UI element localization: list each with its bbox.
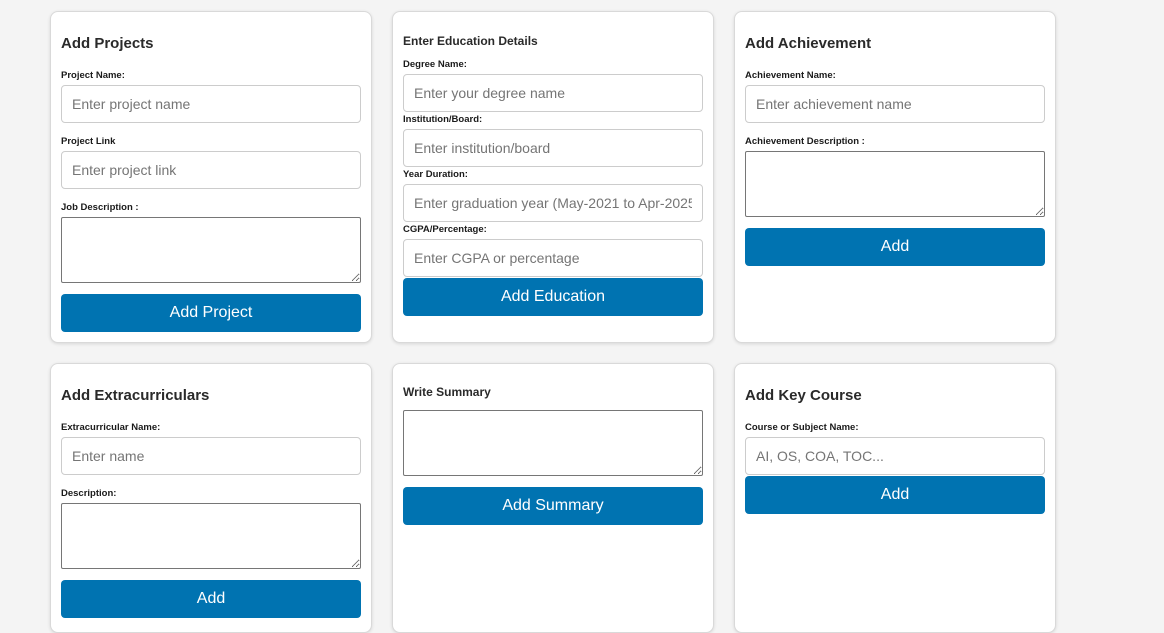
add-summary-button[interactable]: Add Summary <box>403 487 703 525</box>
key-course-title: Add Key Course <box>745 387 862 404</box>
extracurricular-name-label: Extracurricular Name: <box>61 422 161 433</box>
degree-name-label: Degree Name: <box>403 59 467 70</box>
project-name-label: Project Name: <box>61 70 125 81</box>
institution-label: Institution/Board: <box>403 114 483 125</box>
education-title: Enter Education Details <box>403 34 538 48</box>
year-duration-input[interactable] <box>403 184 703 222</box>
job-description-label: Job Description : <box>61 202 139 213</box>
extracurricular-description-textarea[interactable] <box>61 503 361 569</box>
achievement-description-label: Achievement Description : <box>745 136 865 147</box>
add-education-button[interactable]: Add Education <box>403 278 703 316</box>
project-link-input[interactable] <box>61 151 361 189</box>
projects-title: Add Projects <box>61 35 154 52</box>
extracurriculars-card: Add Extracurriculars Extracurricular Nam… <box>50 363 372 633</box>
achievement-name-label: Achievement Name: <box>745 70 836 81</box>
extracurriculars-title: Add Extracurriculars <box>61 387 210 404</box>
add-extracurricular-button[interactable]: Add <box>61 580 361 618</box>
achievement-title: Add Achievement <box>745 35 872 52</box>
summary-textarea[interactable] <box>403 410 703 476</box>
cgpa-label: CGPA/Percentage: <box>403 224 487 235</box>
achievement-name-input[interactable] <box>745 85 1045 123</box>
degree-name-input[interactable] <box>403 74 703 112</box>
course-name-label: Course or Subject Name: <box>745 422 859 433</box>
projects-card: Add Projects Project Name: Project Link … <box>50 11 372 343</box>
job-description-textarea[interactable] <box>61 217 361 283</box>
institution-input[interactable] <box>403 129 703 167</box>
project-link-label: Project Link <box>61 136 116 147</box>
project-name-input[interactable] <box>61 85 361 123</box>
course-name-input[interactable] <box>745 437 1045 475</box>
extracurricular-name-input[interactable] <box>61 437 361 475</box>
add-project-button[interactable]: Add Project <box>61 294 361 332</box>
key-course-card: Add Key Course Course or Subject Name: A… <box>734 363 1056 633</box>
cgpa-input[interactable] <box>403 239 703 277</box>
summary-card: Write Summary Add Summary <box>392 363 714 633</box>
summary-title: Write Summary <box>403 385 491 399</box>
add-achievement-button[interactable]: Add <box>745 228 1045 266</box>
achievement-card: Add Achievement Achievement Name: Achiev… <box>734 11 1056 343</box>
year-duration-label: Year Duration: <box>403 169 468 180</box>
add-key-course-button[interactable]: Add <box>745 476 1045 514</box>
achievement-description-textarea[interactable] <box>745 151 1045 217</box>
extracurricular-description-label: Description: <box>61 488 117 499</box>
education-card: Enter Education Details Degree Name: Ins… <box>392 11 714 343</box>
